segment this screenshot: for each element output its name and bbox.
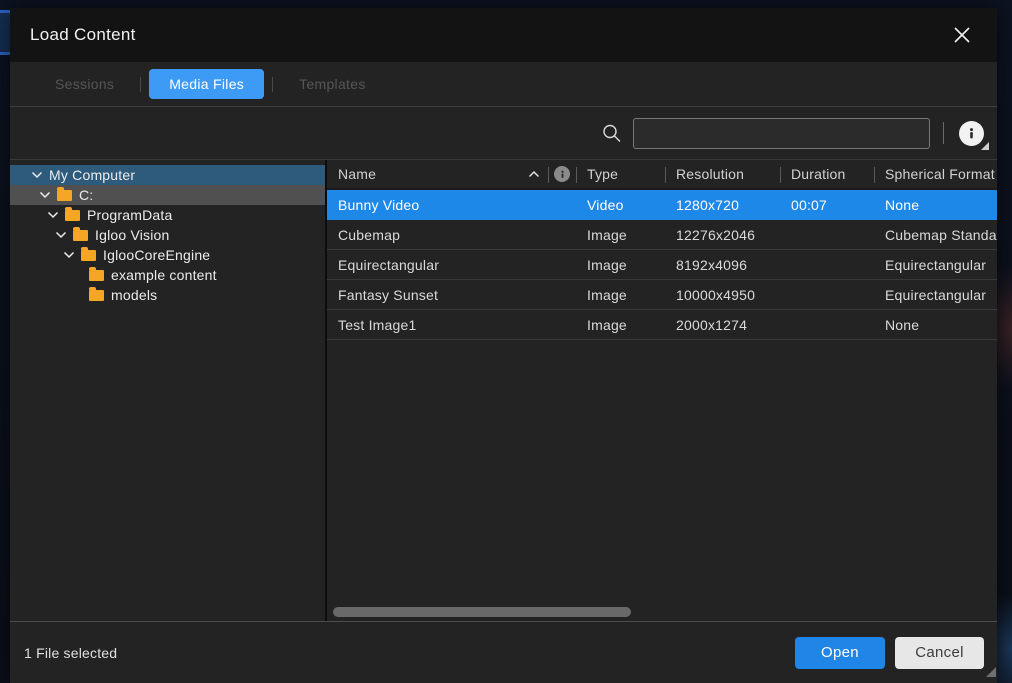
column-header-duration-label: Duration: [791, 166, 846, 182]
cell-spherical-format: None: [874, 197, 997, 213]
tree-item-label: models: [111, 287, 157, 303]
column-separator: [665, 167, 666, 183]
open-button[interactable]: Open: [795, 637, 885, 669]
cell-resolution: 8192x4096: [665, 257, 780, 273]
cell-resolution: 1280x720: [665, 197, 780, 213]
column-separator: [780, 167, 781, 183]
tab-separator: [272, 77, 273, 92]
tab-templates[interactable]: Templates: [281, 69, 384, 99]
tab-media-files[interactable]: Media Files: [149, 69, 264, 99]
tree-item-my-computer[interactable]: My Computer: [10, 165, 325, 185]
file-table-body: Bunny VideoVideo1280x72000:07NoneCubemap…: [327, 190, 997, 340]
chevron-down-icon[interactable]: [62, 249, 75, 262]
tree-item-label: My Computer: [49, 167, 135, 183]
table-row-test-image1[interactable]: Test Image1 Image2000x1274 None: [327, 310, 997, 340]
dropdown-corner-icon: [981, 142, 989, 150]
folder-icon: [81, 250, 96, 261]
dialog-titlebar: Load Content: [10, 8, 997, 62]
tree-item-c[interactable]: C:: [10, 185, 325, 205]
column-header-spherical-format[interactable]: Spherical Format: [874, 160, 997, 188]
chevron-down-icon[interactable]: [38, 189, 51, 202]
tab-separator: [140, 77, 141, 92]
close-icon: [953, 26, 971, 44]
search-separator: [943, 122, 944, 144]
column-header-resolution-label: Resolution: [676, 166, 744, 182]
column-header-info[interactable]: [548, 160, 576, 188]
folder-icon: [89, 270, 104, 281]
table-row-cubemap[interactable]: Cubemap Image12276x2046 Cubemap Standard: [327, 220, 997, 250]
footer-buttons: Open Cancel: [795, 637, 984, 669]
dialog-footer: 1 File selected Open Cancel: [10, 622, 997, 683]
folder-icon: [73, 230, 88, 241]
tab-bar: Sessions Media Files Templates: [10, 62, 997, 107]
selection-status: 1 File selected: [24, 645, 117, 661]
cell-name: Bunny Video: [327, 197, 548, 213]
search-input[interactable]: [633, 118, 930, 149]
column-header-duration[interactable]: Duration: [780, 160, 874, 188]
search-icon: [601, 123, 622, 144]
table-row-equirectangular[interactable]: Equirectangular Image8192x4096 Equirectang…: [327, 250, 997, 280]
cell-spherical-format: Equirectangular: [874, 257, 997, 273]
tree-item-label: C:: [79, 187, 93, 203]
tree-item-igloo-vision[interactable]: Igloo Vision: [10, 225, 325, 245]
info-dropdown-button[interactable]: [957, 119, 985, 147]
cell-spherical-format: Cubemap Standard: [874, 227, 997, 243]
folder-icon: [65, 210, 80, 221]
cell-spherical-format: Equirectangular: [874, 287, 997, 303]
cell-spherical-format: None: [874, 317, 997, 333]
info-column-icon: [554, 166, 570, 182]
column-header-name-label: Name: [338, 166, 376, 182]
column-header-type[interactable]: Type: [576, 160, 665, 188]
column-separator: [548, 167, 549, 183]
horizontal-scrollbar-thumb[interactable]: [333, 607, 631, 617]
column-header-type-label: Type: [587, 166, 618, 182]
cell-name: Fantasy Sunset: [327, 287, 548, 303]
sort-ascending-icon: [528, 170, 540, 178]
info-icon: [959, 121, 984, 146]
table-row-bunny-video[interactable]: Bunny Video Video1280x72000:07None: [327, 190, 997, 220]
cell-name: Cubemap: [327, 227, 548, 243]
column-header-spherical-format-label: Spherical Format: [885, 166, 995, 182]
tree-item-igloocoreengine[interactable]: IglooCoreEngine: [10, 245, 325, 265]
search-row: [10, 107, 997, 160]
cell-resolution: 12276x2046: [665, 227, 780, 243]
close-button[interactable]: [951, 24, 973, 46]
tree-item-label: example content: [111, 267, 217, 283]
cell-resolution: 10000x4950: [665, 287, 780, 303]
chevron-down-icon[interactable]: [46, 209, 59, 222]
chevron-down-icon[interactable]: [30, 169, 43, 182]
tree-item-label: Igloo Vision: [95, 227, 170, 243]
tree-item-label: IglooCoreEngine: [103, 247, 210, 263]
tree-item-example-content[interactable]: example content: [10, 265, 325, 285]
cell-type: Image: [576, 287, 665, 303]
column-separator: [576, 167, 577, 183]
column-header-resolution[interactable]: Resolution: [665, 160, 780, 188]
cancel-button[interactable]: Cancel: [895, 637, 984, 669]
file-table-header: Name Type: [327, 160, 997, 190]
tree-item-models[interactable]: models: [10, 285, 325, 305]
cell-resolution: 2000x1274: [665, 317, 780, 333]
tree-item-programdata[interactable]: ProgramData: [10, 205, 325, 225]
tree-item-label: ProgramData: [87, 207, 172, 223]
cell-type: Image: [576, 227, 665, 243]
cell-name: Test Image1: [327, 317, 548, 333]
chevron-down-icon[interactable]: [54, 229, 67, 242]
file-table: Name Type: [327, 160, 997, 621]
load-content-dialog: Load Content Sessions Media Files Templa…: [10, 8, 997, 683]
content-area: My Computer C: ProgramData Igloo Vision Iglo…: [10, 160, 997, 622]
cell-type: Image: [576, 257, 665, 273]
column-header-name[interactable]: Name: [327, 160, 548, 188]
folder-icon: [89, 290, 104, 301]
folder-tree: My Computer C: ProgramData Igloo Vision Iglo…: [10, 160, 327, 621]
tab-sessions[interactable]: Sessions: [37, 69, 132, 99]
table-row-fantasy-sunset[interactable]: Fantasy Sunset Image10000x4950 Equirectang…: [327, 280, 997, 310]
resize-grip[interactable]: [986, 667, 996, 677]
cell-duration: 00:07: [780, 197, 874, 213]
dialog-title: Load Content: [30, 25, 136, 45]
cell-type: Video: [576, 197, 665, 213]
cell-type: Image: [576, 317, 665, 333]
cell-name: Equirectangular: [327, 257, 548, 273]
column-separator: [874, 167, 875, 183]
folder-icon: [57, 190, 72, 201]
